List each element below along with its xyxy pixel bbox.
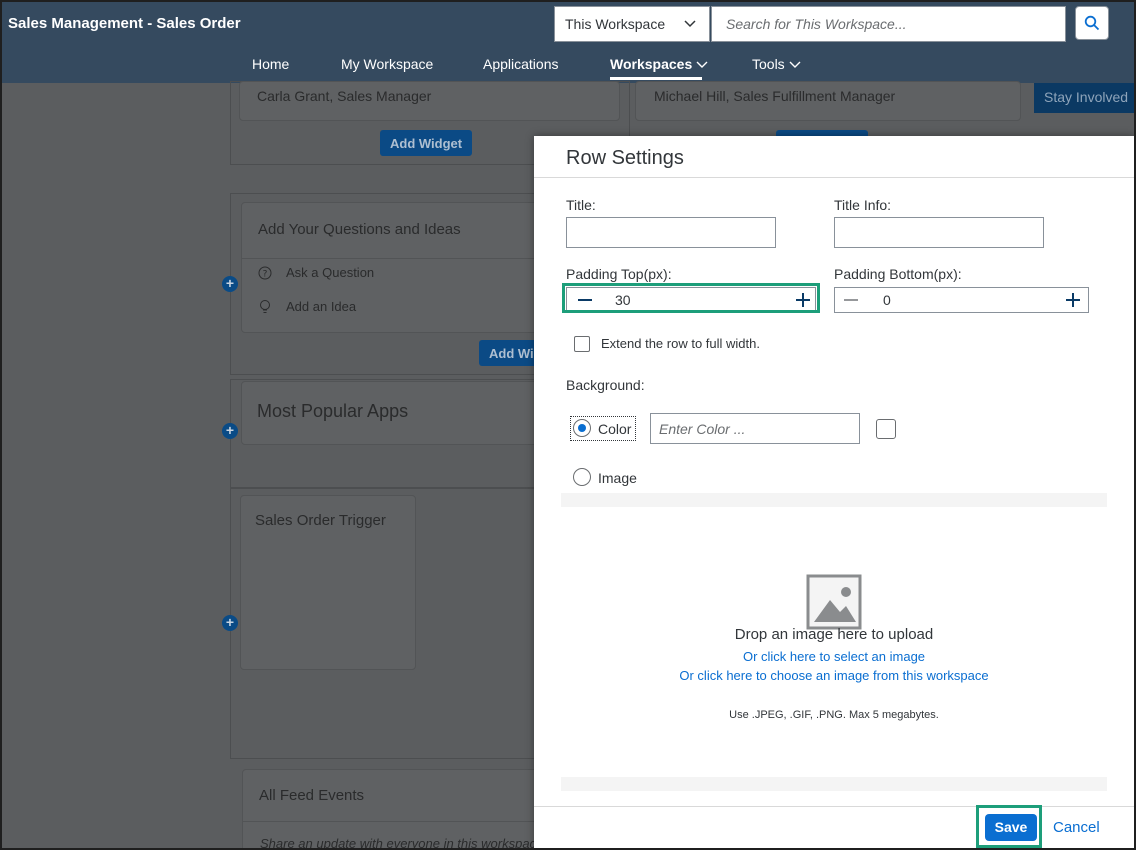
choose-workspace-image-link[interactable]: Or click here to choose an image from th…	[534, 668, 1134, 683]
person-name: Michael Hill, Sales Fulfillment Manager	[654, 88, 896, 104]
popular-apps-title: Most Popular Apps	[257, 401, 409, 421]
search-icon	[1084, 15, 1100, 31]
nav-home[interactable]: Home	[252, 56, 289, 72]
plus-icon	[1066, 293, 1080, 307]
padding-bottom-stepper[interactable]: 0	[834, 287, 1089, 313]
chevron-down-icon	[789, 61, 801, 68]
lightbulb-icon	[260, 300, 270, 313]
feed-input[interactable]: Share an update with everyone in this wo…	[260, 836, 554, 848]
image-radio[interactable]	[573, 468, 591, 486]
select-image-link[interactable]: Or click here to select an image	[534, 649, 1134, 664]
active-nav-indicator	[610, 77, 702, 80]
chevron-down-icon	[696, 61, 708, 68]
add-row-icon[interactable]: +	[222, 276, 238, 292]
cancel-button[interactable]: Cancel	[1053, 819, 1100, 836]
search-placeholder: Search for This Workspace...	[726, 16, 907, 32]
upload-area-top-bar	[561, 493, 1107, 507]
padding-top-label: Padding Top(px):	[566, 266, 672, 282]
row-settings-dialog: Row Settings Title: Title Info: Padding …	[534, 136, 1134, 848]
nav-tools-label: Tools	[752, 56, 785, 72]
divider	[242, 258, 542, 259]
padding-top-highlight	[562, 283, 820, 313]
search-input[interactable]: Search for This Workspace...	[711, 6, 1066, 42]
popular-apps-card: Most Popular Apps	[241, 381, 541, 445]
title-info-label: Title Info:	[834, 197, 892, 213]
add-idea-link[interactable]: Add an Idea	[286, 299, 356, 314]
search-button[interactable]	[1075, 6, 1109, 40]
add-row-icon[interactable]: +	[222, 615, 238, 631]
question-icon: ?	[258, 266, 272, 280]
upload-hint: Use .JPEG, .GIF, .PNG. Max 5 megabytes.	[729, 709, 939, 721]
save-button[interactable]: Save	[985, 814, 1037, 841]
extend-row-label: Extend the row to full width.	[601, 336, 760, 351]
stay-involved-banner: Stay Involved	[1034, 83, 1134, 113]
divider	[534, 806, 1134, 807]
app-title: Sales Management - Sales Order	[8, 15, 241, 32]
search-scope-value: This Workspace	[565, 16, 666, 32]
search-scope-select[interactable]: This Workspace	[554, 6, 710, 42]
svg-text:?: ?	[263, 270, 268, 280]
background-label: Background:	[566, 377, 645, 393]
add-row-icon[interactable]: +	[222, 423, 238, 439]
person-card: Carla Grant, Sales Manager	[239, 81, 620, 121]
title-info-input[interactable]	[834, 217, 1044, 248]
nav-my-workspace[interactable]: My Workspace	[341, 56, 433, 72]
padding-bottom-label: Padding Bottom(px):	[834, 266, 962, 282]
nav-applications[interactable]: Applications	[483, 56, 559, 72]
sales-order-trigger-title: Sales Order Trigger	[255, 512, 386, 529]
add-widget-button[interactable]: Add Wi	[479, 340, 539, 366]
drop-zone-text: Drop an image here to upload	[734, 626, 934, 643]
increment-button[interactable]	[1059, 288, 1087, 312]
person-card: Michael Hill, Sales Fulfillment Manager	[635, 81, 1021, 121]
shell-header: Sales Management - Sales Order This Work…	[2, 2, 1134, 83]
color-input[interactable]: Enter Color ...	[650, 413, 860, 444]
chevron-down-icon	[684, 20, 696, 28]
image-placeholder-icon	[806, 574, 862, 630]
divider	[243, 821, 543, 822]
upload-area-bottom-bar	[561, 777, 1107, 791]
color-picker-swatch[interactable]	[876, 419, 896, 439]
title-input[interactable]	[566, 217, 776, 248]
ask-question-link[interactable]: Ask a Question	[286, 265, 374, 280]
color-radio[interactable]	[573, 419, 591, 437]
questions-card: Add Your Questions and Ideas ? Ask a Que…	[241, 202, 542, 333]
nav-workspaces-label: Workspaces	[610, 56, 693, 72]
person-name: Carla Grant, Sales Manager	[257, 88, 432, 104]
minus-icon	[844, 299, 858, 301]
app-window: Sales Management - Sales Order This Work…	[0, 0, 1136, 850]
feed-title: All Feed Events	[259, 787, 365, 804]
title-label: Title:	[566, 197, 596, 213]
add-widget-button[interactable]: Add Widget	[380, 130, 473, 156]
sales-order-trigger-card: Sales Order Trigger	[240, 495, 416, 670]
padding-bottom-value: 0	[883, 292, 891, 308]
nav-workspaces[interactable]: Workspaces	[610, 56, 708, 72]
divider	[534, 177, 1134, 178]
extend-row-checkbox[interactable]	[574, 336, 590, 352]
color-input-placeholder: Enter Color ...	[659, 421, 746, 437]
image-radio-label: Image	[598, 470, 637, 486]
dialog-title: Row Settings	[566, 147, 684, 169]
color-radio-label: Color	[598, 421, 632, 437]
decrement-button[interactable]	[837, 288, 865, 312]
nav-tools[interactable]: Tools	[752, 56, 801, 72]
feed-card: All Feed Events Share an update with eve…	[242, 769, 554, 848]
radio-selected-dot	[578, 424, 586, 432]
questions-title: Add Your Questions and Ideas	[258, 221, 461, 238]
